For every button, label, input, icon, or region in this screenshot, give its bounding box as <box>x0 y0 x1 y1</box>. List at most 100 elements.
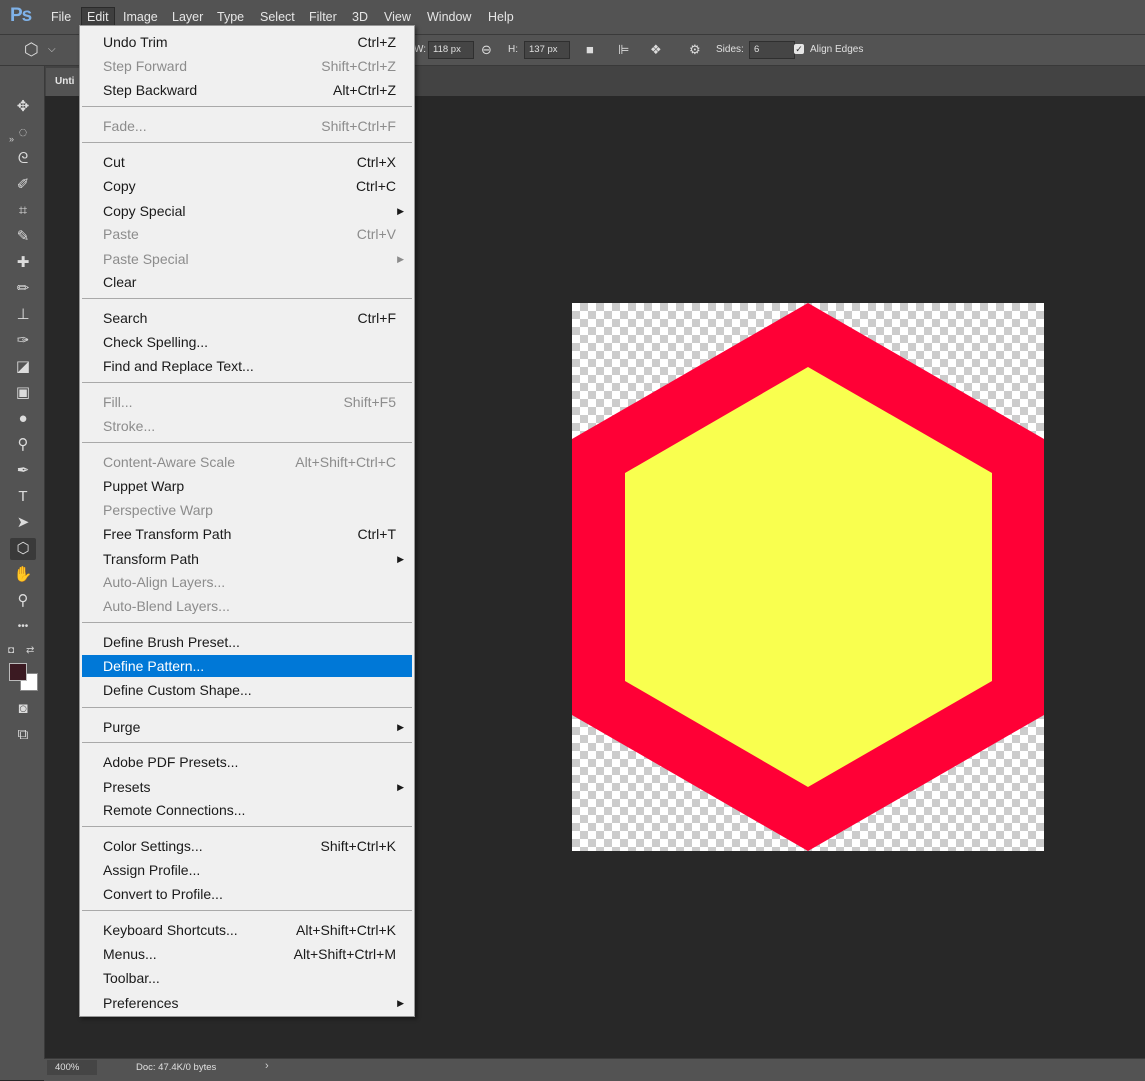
height-field[interactable]: 137 px <box>524 41 570 59</box>
lasso-tool-icon[interactable]: ᘓ <box>10 148 36 170</box>
zoom-tool-icon[interactable]: ⚲ <box>10 590 36 612</box>
menu-item-label: Purge <box>103 719 141 735</box>
edit-menu-item[interactable]: Free Transform Path Ctrl+T <box>82 523 412 545</box>
chevron-down-icon[interactable]: ⌵ <box>48 44 56 55</box>
more-tools-icon[interactable]: ••• <box>10 616 36 638</box>
edit-menu-item[interactable]: Color Settings... Shift+Ctrl+K <box>82 835 412 857</box>
gear-icon[interactable]: ⚙ <box>689 42 701 58</box>
menu-item-label: Preferences <box>103 995 179 1011</box>
path-arrangement-icon[interactable]: ❖ <box>650 42 662 58</box>
marquee-tool-icon[interactable]: ◌ <box>10 122 36 144</box>
menu-file[interactable]: File <box>46 9 76 25</box>
edit-menu-item[interactable]: Search Ctrl+F <box>82 307 412 329</box>
edit-menu-item[interactable]: Keyboard Shortcuts... Alt+Shift+Ctrl+K <box>82 919 412 941</box>
menu-view[interactable]: View <box>379 9 416 25</box>
edit-menu-item[interactable]: Convert to Profile... <box>82 883 412 905</box>
edit-menu-item[interactable]: Clear <box>82 271 412 293</box>
healing-brush-tool-icon[interactable]: ✚ <box>10 252 36 274</box>
quick-mask-icon[interactable]: ◙ <box>10 698 36 720</box>
menu-item-label: Auto-Align Layers... <box>103 574 226 590</box>
clone-stamp-tool-icon[interactable]: ⊥ <box>10 304 36 326</box>
hand-tool-icon[interactable]: ✋ <box>10 564 36 586</box>
menu-item-shortcut: Shift+Ctrl+K <box>320 838 396 854</box>
quick-selection-tool-icon[interactable]: ✐ <box>10 174 36 196</box>
edit-menu-dropdown: Undo Trim Ctrl+Z Step Forward Shift+Ctrl+Z S… <box>79 25 415 1017</box>
edit-menu-item[interactable]: Define Pattern... <box>82 655 412 677</box>
width-field[interactable]: 118 px <box>428 41 474 59</box>
path-alignment-icon[interactable]: ⊫ <box>618 42 629 58</box>
width-label: W: <box>414 44 427 55</box>
menu-type[interactable]: Type <box>212 9 249 25</box>
align-edges-checkbox[interactable]: ✓ <box>794 44 804 54</box>
path-selection-tool-icon[interactable]: ➤ <box>10 512 36 534</box>
type-tool-icon[interactable]: T <box>10 486 36 508</box>
edit-menu-item[interactable]: Define Custom Shape... <box>82 679 412 701</box>
menu-separator <box>82 826 412 827</box>
menu-window[interactable]: Window <box>422 9 476 25</box>
menu-item-label: Fade... <box>103 118 147 134</box>
edit-menu-item[interactable]: Remote Connections... <box>82 799 412 821</box>
menu-layer[interactable]: Layer <box>167 9 208 25</box>
dodge-tool-icon[interactable]: ⚲ <box>10 434 36 456</box>
menu-item-label: Keyboard Shortcuts... <box>103 922 238 938</box>
eraser-tool-icon[interactable]: ◪ <box>10 356 36 378</box>
menu-image[interactable]: Image <box>118 9 163 25</box>
menu-item-label: Perspective Warp <box>103 502 213 518</box>
menu-3d[interactable]: 3D <box>347 9 373 25</box>
edit-menu-item[interactable]: Check Spelling... <box>82 331 412 353</box>
sides-field[interactable]: 6 <box>749 41 795 59</box>
menu-item-label: Assign Profile... <box>103 862 201 878</box>
edit-menu-item[interactable]: Adobe PDF Presets... <box>82 751 412 773</box>
menu-filter[interactable]: Filter <box>304 9 342 25</box>
eyedropper-tool-icon[interactable]: ✎ <box>10 226 36 248</box>
polygon-preset-icon[interactable]: ⬡ <box>24 40 39 60</box>
gradient-tool-icon[interactable]: ▣ <box>10 382 36 404</box>
menu-item-label: Remote Connections... <box>103 802 246 818</box>
polygon-tool-icon[interactable]: ⬡ <box>10 538 36 560</box>
edit-menu-item[interactable]: Copy Ctrl+C <box>82 175 412 197</box>
brush-tool-icon[interactable]: ✏ <box>10 278 36 300</box>
edit-menu-item[interactable]: Presets ▶ <box>82 776 412 798</box>
pen-tool-icon[interactable]: ✒ <box>10 460 36 482</box>
menu-select[interactable]: Select <box>255 9 300 25</box>
edit-menu-item[interactable]: Puppet Warp <box>82 475 412 497</box>
foreground-color-swatch[interactable] <box>9 663 27 681</box>
move-tool-icon[interactable]: ✥ <box>10 96 36 118</box>
menu-item-shortcut: Shift+F5 <box>343 394 396 410</box>
zoom-field[interactable]: 400% <box>47 1060 97 1075</box>
menu-item-label: Content-Aware Scale <box>103 454 236 470</box>
edit-menu-item[interactable]: Purge ▶ <box>82 716 412 738</box>
edit-menu-item[interactable]: Undo Trim Ctrl+Z <box>82 31 412 53</box>
screen-mode-icon[interactable]: ⧉ <box>10 724 36 746</box>
menu-item-shortcut: Ctrl+Z <box>357 34 397 50</box>
menu-item-label: Transform Path <box>103 551 199 567</box>
edit-menu-item[interactable]: Transform Path ▶ <box>82 548 412 570</box>
menu-item-label: Step Backward <box>103 82 198 98</box>
edit-menu-item[interactable]: Assign Profile... <box>82 859 412 881</box>
canvas[interactable] <box>572 303 1044 851</box>
edit-menu-item[interactable]: Preferences ▶ <box>82 992 412 1014</box>
history-brush-tool-icon[interactable]: ✑ <box>10 330 36 352</box>
submenu-arrow-icon: ▶ <box>397 998 404 1008</box>
path-operations-icon[interactable]: ■ <box>586 42 594 57</box>
chevron-right-icon[interactable]: › <box>265 1060 269 1072</box>
menu-separator <box>82 442 412 443</box>
menu-item-label: Paste Special <box>103 251 189 267</box>
default-colors-icon[interactable]: ◘ <box>8 645 14 656</box>
blur-tool-icon[interactable]: ● <box>10 408 36 430</box>
edit-menu-item[interactable]: Step Backward Alt+Ctrl+Z <box>82 79 412 101</box>
swap-colors-icon[interactable]: ⇄ <box>26 645 34 656</box>
menu-edit[interactable]: Edit <box>81 7 115 27</box>
edit-menu-item[interactable]: Find and Replace Text... <box>82 355 412 377</box>
menu-item-label: Convert to Profile... <box>103 886 223 902</box>
crop-tool-icon[interactable]: ⌗ <box>10 200 36 222</box>
edit-menu-item[interactable]: Cut Ctrl+X <box>82 151 412 173</box>
edit-menu-item[interactable]: Menus... Alt+Shift+Ctrl+M <box>82 943 412 965</box>
edit-menu-item[interactable]: Copy Special ▶ <box>82 200 412 222</box>
edit-menu-item[interactable]: Define Brush Preset... <box>82 631 412 653</box>
height-label: H: <box>508 44 518 55</box>
menu-help[interactable]: Help <box>483 9 519 25</box>
edit-menu-item[interactable]: Toolbar... <box>82 967 412 989</box>
link-icon[interactable]: ⊖ <box>481 42 492 58</box>
menu-separator <box>82 106 412 107</box>
